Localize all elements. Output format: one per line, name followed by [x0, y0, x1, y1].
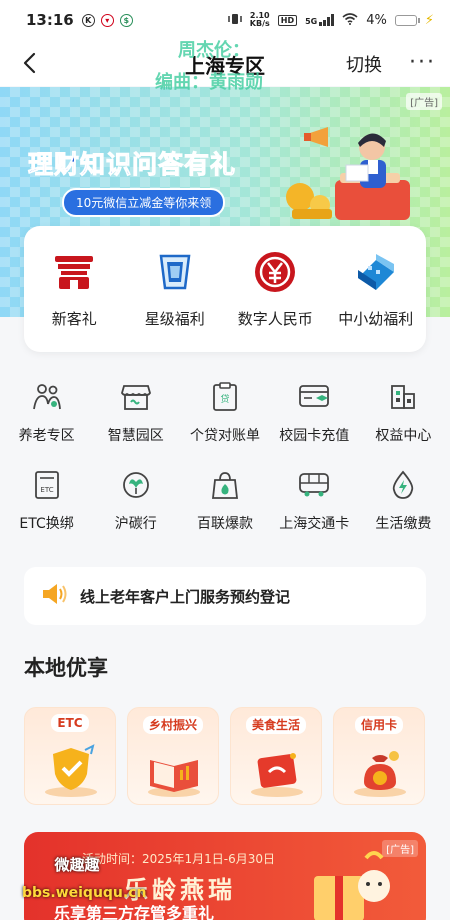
services-row-2: ETC ETC换绑 沪碳行 百联爆款 上海交通卡 生活缴费 [0, 468, 450, 556]
net-speed: 2.10 KB/s [250, 12, 270, 28]
service-label: 个贷对账单 [190, 428, 260, 444]
banner-illustration [286, 127, 410, 220]
service-label: 养老专区 [18, 428, 75, 444]
service-label: 沪碳行 [114, 516, 157, 532]
service-campus-card[interactable]: 校园卡充值 [270, 380, 359, 468]
overlay-watermark-line2: 编曲：黄雨勋 [155, 72, 263, 93]
services-row-1: 养老专区 智慧园区 贷 个贷对账单 校园卡充值 权益中心 [0, 380, 450, 468]
service-smart-park[interactable]: 智慧园区 [91, 380, 180, 468]
service-shanghai-transit-card[interactable]: 上海交通卡 [270, 468, 359, 556]
service-carbon[interactable]: 沪碳行 [91, 468, 180, 556]
store-icon [119, 380, 153, 414]
app-green-icon: $ [119, 13, 133, 27]
local-card-credit[interactable]: 信用卡 [333, 707, 425, 805]
speaker-icon [40, 581, 68, 611]
service-label: 权益中心 [375, 428, 432, 444]
elderly-icon [30, 380, 64, 414]
local-card-tag: 信用卡 [354, 716, 403, 734]
local-card-rural[interactable]: 乡村振兴 [127, 707, 219, 805]
leaf-icon [119, 468, 153, 502]
service-label: 上海交通卡 [279, 516, 350, 532]
main-menu-label: 星级福利 [144, 310, 205, 328]
promo-headline: 乐享第三方存管多重礼 [54, 904, 215, 920]
campus-card-icon [297, 380, 331, 414]
local-card-tag: ETC [51, 714, 89, 732]
service-bailian[interactable]: 百联爆款 [180, 468, 269, 556]
utility-drop-icon [386, 468, 420, 502]
network-type: 5G [305, 17, 318, 26]
status-time: 13:16 [26, 11, 74, 29]
card-stack-icon [153, 250, 197, 294]
overlay-watermark-line1: 周杰伦： [178, 40, 250, 61]
gift-illustration [314, 851, 390, 920]
banner-pill: 10元微信立减金等你来领 [62, 188, 226, 217]
net-speed-unit: KB/s [249, 19, 270, 28]
main-menu-label: 中小幼福利 [338, 310, 414, 328]
bus-icon [297, 468, 331, 502]
main-menu-item-new-customer[interactable]: 新客礼 [24, 250, 125, 352]
local-section-title: 本地优享 [24, 656, 108, 680]
site-watermark-name: 微趣趣 [54, 856, 100, 874]
service-loan-statement[interactable]: 贷 个贷对账单 [180, 380, 269, 468]
local-card-tag: 美食生活 [245, 716, 306, 734]
notice-text: 线上老年客户上门服务预约登记 [80, 587, 291, 606]
banner-title: 理财知识问答有礼 [27, 150, 237, 180]
svg-text:ETC: ETC [40, 486, 53, 494]
main-menu-card: 新客礼 星级福利 数字人民币 中小幼福利 [24, 226, 426, 352]
book-icon [148, 760, 200, 797]
site-watermark-url: bbs.weiququ.cn [22, 885, 147, 901]
status-left-icons: K ▾ $ [81, 13, 133, 27]
gate-icon [52, 250, 96, 294]
food-card-icon [251, 753, 303, 797]
cell-signal-icon: 5G [305, 14, 335, 26]
banner-ad-tag: [广告] [406, 93, 442, 110]
money-bag-icon [354, 751, 406, 797]
local-card-etc[interactable]: ETC [24, 707, 116, 805]
charging-icon: ⚡ [424, 12, 434, 28]
service-label: 百联爆款 [197, 516, 253, 532]
app-red-icon: ▾ [100, 13, 114, 27]
rights-center-icon [386, 380, 420, 414]
site-watermark: 微趣趣 bbs.weiququ.cn [22, 854, 147, 901]
services-grid: 养老专区 智慧园区 贷 个贷对账单 校园卡充值 权益中心 ETC ETC换绑 沪… [0, 380, 450, 556]
main-menu-item-star-benefits[interactable]: 星级福利 [125, 250, 226, 352]
etc-icon: ETC [30, 468, 64, 502]
service-label: 校园卡充值 [279, 428, 350, 444]
k-icon: K [81, 13, 95, 27]
main-menu-label: 数字人民币 [237, 310, 313, 328]
shield-check-icon [45, 744, 97, 797]
notice-bar[interactable]: 线上老年客户上门服务预约登记 [24, 567, 426, 625]
building-icon [354, 250, 398, 294]
service-label: 生活缴费 [375, 516, 432, 532]
hd-badge: HD [277, 14, 298, 26]
service-label: 智慧园区 [107, 428, 164, 444]
service-pension[interactable]: 养老专区 [2, 380, 91, 468]
more-options-button[interactable]: ··· [409, 50, 436, 75]
service-etc-rebind[interactable]: ETC ETC换绑 [2, 468, 91, 556]
main-menu-item-kindergarten-benefits[interactable]: 中小幼福利 [326, 250, 427, 352]
local-card-food[interactable]: 美食生活 [230, 707, 322, 805]
fire-bag-icon [208, 468, 242, 502]
status-bar: 13:16 K ▾ $ 2.10 KB/s HD 5G 4% ⚡ [0, 0, 450, 40]
svg-text:贷: 贷 [220, 393, 229, 405]
service-utility-payment[interactable]: 生活缴费 [359, 468, 448, 556]
vibrate-icon [228, 13, 242, 28]
main-menu-item-digital-rmb[interactable]: 数字人民币 [225, 250, 326, 352]
service-rights-center[interactable]: 权益中心 [359, 380, 448, 468]
status-right: 2.10 KB/s HD 5G 4% ⚡ [228, 12, 434, 28]
wifi-icon [342, 12, 358, 28]
local-benefits-row: ETC 乡村振兴 美食生活 信用卡 [24, 707, 428, 805]
service-label: ETC换绑 [19, 516, 74, 532]
battery-percent: 4% [366, 12, 387, 28]
battery-icon [394, 14, 420, 26]
switch-region-button[interactable]: 切换 [346, 51, 382, 77]
digital-rmb-icon [253, 250, 297, 294]
main-menu-label: 新客礼 [51, 310, 97, 328]
local-card-tag: 乡村振兴 [142, 716, 203, 734]
loan-doc-icon: 贷 [208, 380, 242, 414]
